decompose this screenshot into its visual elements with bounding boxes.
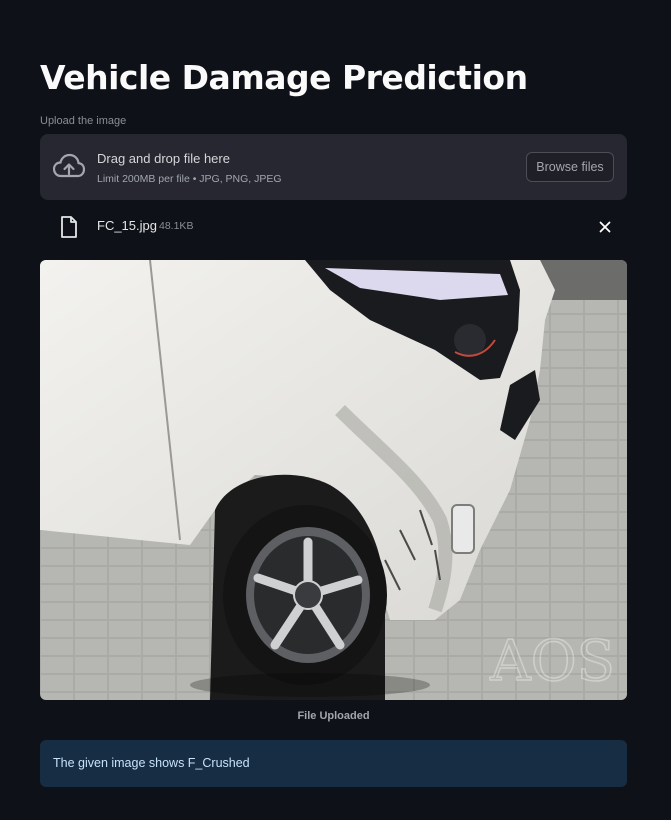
prediction-result-text: The given image shows F_Crushed — [53, 756, 250, 770]
page-title: Vehicle Damage Prediction — [40, 58, 528, 97]
image-caption: File Uploaded — [297, 710, 370, 722]
file-dropzone[interactable]: Drag and drop file here Limit 200MB per … — [40, 134, 627, 200]
close-icon[interactable] — [597, 219, 613, 235]
file-name: FC_15.jpg — [97, 218, 157, 233]
cloud-upload-icon — [53, 153, 85, 178]
file-size: 48.1KB — [159, 220, 194, 232]
dropzone-instructions: Drag and drop file here — [97, 151, 230, 166]
upload-label: Upload the image — [40, 115, 127, 127]
prediction-result-alert: The given image shows F_Crushed — [40, 740, 627, 787]
dropzone-limit: Limit 200MB per file • JPG, PNG, JPEG — [97, 173, 282, 185]
uploaded-file-row: FC_15.jpg 48.1KB — [40, 210, 627, 246]
uploaded-image: AOS — [40, 260, 627, 700]
image-watermark: AOS — [489, 629, 615, 694]
file-icon — [61, 216, 77, 238]
browse-files-button[interactable]: Browse files — [526, 152, 614, 182]
